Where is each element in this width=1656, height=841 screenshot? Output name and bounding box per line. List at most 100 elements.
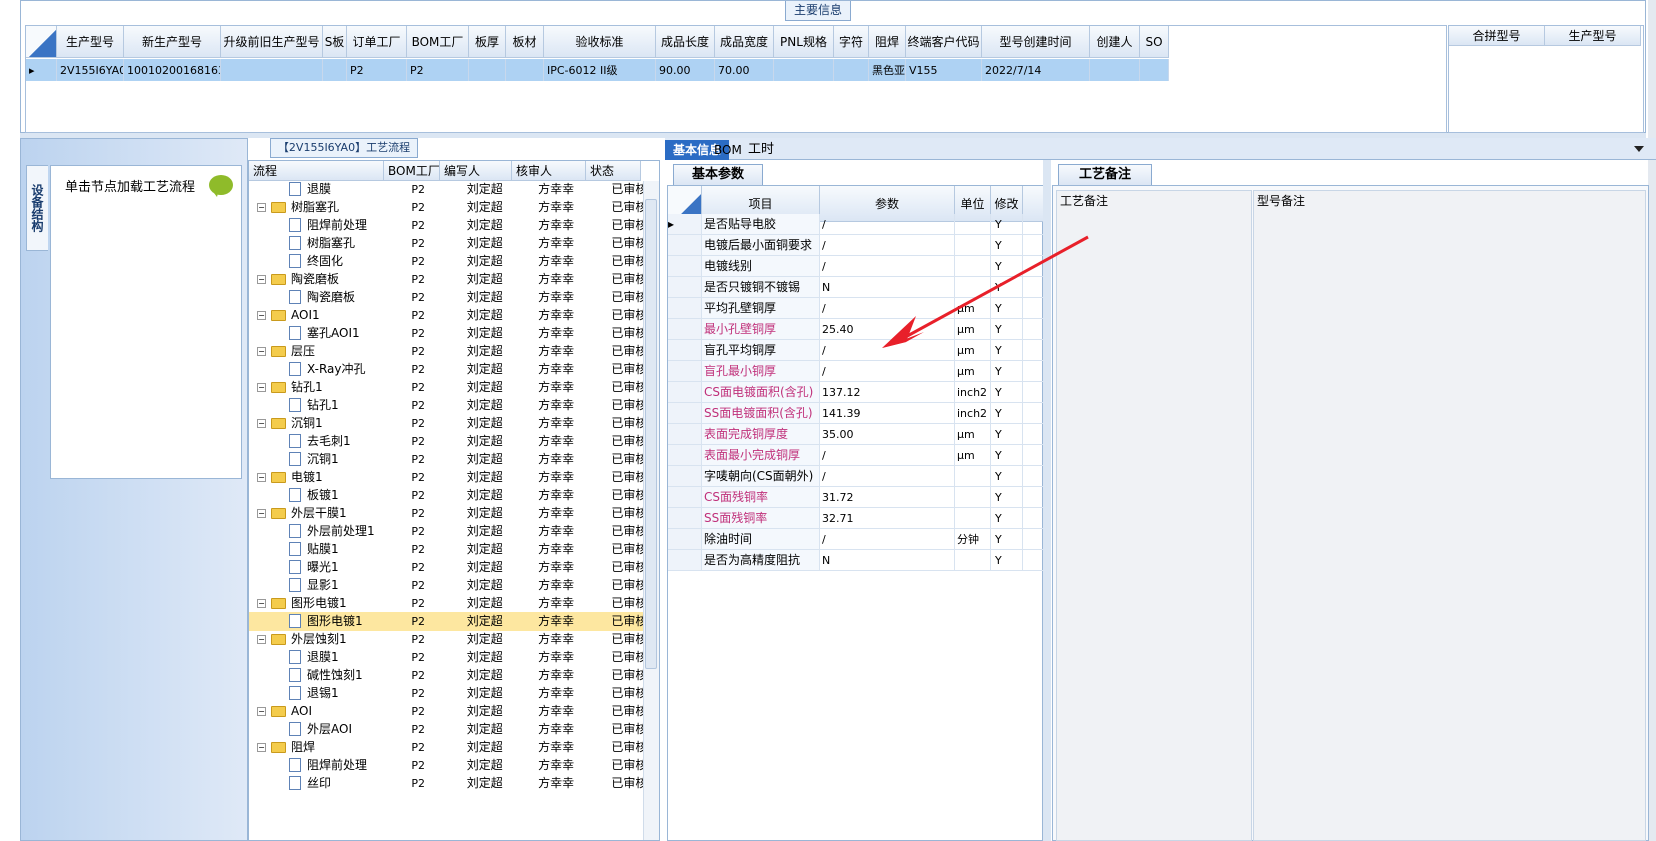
tree-row[interactable]: 外层AOI P2 刘定超 方幸幸 已审核: [249, 720, 645, 739]
collapse-icon[interactable]: −: [257, 275, 266, 284]
table-cell[interactable]: V155: [906, 59, 982, 81]
collapse-icon[interactable]: −: [257, 635, 266, 644]
collapse-icon[interactable]: −: [257, 743, 266, 752]
column-header[interactable]: BOM工厂: [407, 26, 469, 58]
tree-row[interactable]: 板镀1 P2 刘定超 方幸幸 已审核: [249, 486, 645, 505]
tab-work-hours[interactable]: 工时: [740, 140, 782, 160]
tree-row[interactable]: 塞孔AOI1 P2 刘定超 方幸幸 已审核: [249, 324, 645, 343]
model-remark-field[interactable]: [1253, 190, 1646, 841]
column-header[interactable]: 编写人: [440, 161, 512, 181]
column-header[interactable]: BOM工厂: [384, 161, 440, 181]
column-header[interactable]: 核审人: [512, 161, 586, 181]
column-header[interactable]: 成品宽度: [715, 26, 774, 58]
collapse-icon[interactable]: −: [257, 473, 266, 482]
param-value[interactable]: N: [820, 550, 955, 571]
table-cell[interactable]: 70.00: [715, 59, 774, 81]
param-row[interactable]: SS面电镀面积(含孔) 141.39 inch2 Y: [668, 403, 1044, 424]
tree-row[interactable]: X-Ray冲孔 P2 刘定超 方幸幸 已审核: [249, 360, 645, 379]
tree-row[interactable]: − 图形电镀1 P2 刘定超 方幸幸 已审核: [249, 594, 645, 613]
tree-row[interactable]: − 电镀1 P2 刘定超 方幸幸 已审核: [249, 468, 645, 487]
param-row[interactable]: 是否为高精度阻抗 N Y: [668, 550, 1044, 571]
tree-row[interactable]: 阻焊前处理 P2 刘定超 方幸幸 已审核: [249, 756, 645, 775]
tree-row[interactable]: 终固化 P2 刘定超 方幸幸 已审核: [249, 252, 645, 271]
process-tree[interactable]: 流程 BOM工厂 编写人 核审人 状态 退膜 P2 刘定超 方幸幸 已审核 − 树脂塞孔 P2 刘定超方…: [248, 160, 660, 841]
collapse-icon[interactable]: −: [257, 707, 266, 716]
tree-scrollbar-thumb[interactable]: [645, 199, 657, 669]
collapse-icon[interactable]: −: [257, 347, 266, 356]
param-row[interactable]: CS面电镀面积(含孔) 137.12 inch2 Y: [668, 382, 1044, 403]
tree-row[interactable]: 钻孔1 P2 刘定超 方幸幸 已审核: [249, 396, 645, 415]
tree-row[interactable]: 去毛刺1 P2 刘定超 方幸幸 已审核: [249, 432, 645, 451]
column-header[interactable]: SO: [1140, 26, 1169, 58]
column-header[interactable]: 订单工厂: [347, 26, 407, 58]
collapse-icon[interactable]: −: [257, 599, 266, 608]
collapse-icon[interactable]: −: [257, 203, 266, 212]
tab-process-remarks[interactable]: 工艺备注: [1058, 164, 1152, 185]
column-header[interactable]: 终端客户代码: [906, 26, 982, 58]
tree-row[interactable]: 显影1 P2 刘定超 方幸幸 已审核: [249, 576, 645, 595]
table-cell[interactable]: 90.00: [656, 59, 715, 81]
collapse-icon[interactable]: −: [257, 419, 266, 428]
dropdown-arrow-icon[interactable]: [1634, 146, 1644, 152]
tree-row[interactable]: 退膜1 P2 刘定超 方幸幸 已审核: [249, 648, 645, 667]
tab-device-structure[interactable]: 设备结构: [26, 165, 48, 251]
column-header[interactable]: 状态: [586, 161, 641, 181]
param-value[interactable]: /: [820, 361, 955, 382]
tree-row[interactable]: 陶瓷磨板 P2 刘定超 方幸幸 已审核: [249, 288, 645, 307]
table-cell[interactable]: [323, 59, 347, 81]
collapse-icon[interactable]: −: [257, 383, 266, 392]
param-value[interactable]: 35.00: [820, 424, 955, 445]
column-header[interactable]: 字符: [834, 26, 869, 58]
param-row[interactable]: 表面最小完成铜厚 / μm Y: [668, 445, 1044, 466]
param-value[interactable]: /: [820, 445, 955, 466]
table-cell[interactable]: [469, 59, 506, 81]
table-cell[interactable]: 黑色亚光: [869, 59, 906, 81]
param-value[interactable]: 31.72: [820, 487, 955, 508]
param-row[interactable]: 盲孔最小铜厚 / μm Y: [668, 361, 1044, 382]
tree-row[interactable]: 树脂塞孔 P2 刘定超 方幸幸 已审核: [249, 234, 645, 253]
collapse-icon[interactable]: −: [257, 509, 266, 518]
tree-row[interactable]: − AOI1 P2 刘定超 方幸幸 已审核: [249, 306, 645, 325]
tree-row[interactable]: 碱性蚀刻1 P2 刘定超 方幸幸 已审核: [249, 666, 645, 685]
tree-row[interactable]: − 陶瓷磨板 P2 刘定超 方幸幸 已审核: [249, 270, 645, 289]
column-header[interactable]: 型号创建时间: [982, 26, 1090, 58]
tree-row[interactable]: 退膜 P2 刘定超 方幸幸 已审核: [249, 180, 645, 199]
param-value[interactable]: 32.71: [820, 508, 955, 529]
param-row[interactable]: 字唛朝向(CS面朝外) / Y: [668, 466, 1044, 487]
param-value[interactable]: 141.39: [820, 403, 955, 424]
tree-row[interactable]: 退锡1 P2 刘定超 方幸幸 已审核: [249, 684, 645, 703]
table-cell[interactable]: [1090, 59, 1140, 81]
param-row[interactable]: CS面残铜率 31.72 Y: [668, 487, 1044, 508]
load-process-box[interactable]: 单击节点加载工艺流程: [50, 165, 242, 479]
column-header[interactable]: PNL规格: [774, 26, 834, 58]
column-header[interactable]: 升级前旧生产型号: [221, 26, 323, 58]
tree-row[interactable]: − 阻焊 P2 刘定超 方幸幸 已审核: [249, 738, 645, 757]
param-row[interactable]: SS面残铜率 32.71 Y: [668, 508, 1044, 529]
column-header[interactable]: 生产型号: [1545, 26, 1641, 46]
tree-row[interactable]: 阻焊前处理 P2 刘定超 方幸幸 已审核: [249, 216, 645, 235]
merge-model-grid[interactable]: 合拼型号 生产型号: [1448, 25, 1644, 133]
main-grid-selected-row[interactable]: ▸ 2V155I6YA0 10010200168163 P2 P2 IPC-6012 II…: [26, 59, 1169, 81]
param-value[interactable]: /: [820, 466, 955, 487]
tree-row[interactable]: 外层前处理1 P2 刘定超 方幸幸 已审核: [249, 522, 645, 541]
tree-row[interactable]: 图形电镀1 P2 刘定超 方幸幸 已审核: [249, 612, 645, 631]
column-header[interactable]: 合拼型号: [1449, 26, 1545, 46]
table-cell[interactable]: IPC-6012 II级: [544, 59, 656, 81]
table-cell[interactable]: 2V155I6YA0: [57, 59, 124, 81]
tree-row[interactable]: 丝印 P2 刘定超 方幸幸 已审核: [249, 774, 645, 793]
column-header[interactable]: 阻焊: [869, 26, 906, 58]
param-row[interactable]: 表面完成铜厚度 35.00 μm Y: [668, 424, 1044, 445]
tree-row[interactable]: − AOI P2 刘定超 方幸幸 已审核: [249, 702, 645, 721]
tree-row[interactable]: − 外层蚀刻1 P2 刘定超 方幸幸 已审核: [249, 630, 645, 649]
column-header[interactable]: 生产型号: [57, 26, 124, 58]
column-header[interactable]: 创建人: [1090, 26, 1140, 58]
param-value[interactable]: 137.12: [820, 382, 955, 403]
table-cell[interactable]: [1140, 59, 1169, 81]
column-header[interactable]: 验收标准: [544, 26, 656, 58]
table-cell[interactable]: [506, 59, 544, 81]
tree-row[interactable]: − 沉铜1 P2 刘定超 方幸幸 已审核: [249, 414, 645, 433]
column-header[interactable]: 板厚: [469, 26, 506, 58]
tree-row[interactable]: − 钻孔1 P2 刘定超 方幸幸 已审核: [249, 378, 645, 397]
column-header[interactable]: 新生产型号: [124, 26, 221, 58]
column-header[interactable]: 成品长度: [656, 26, 715, 58]
